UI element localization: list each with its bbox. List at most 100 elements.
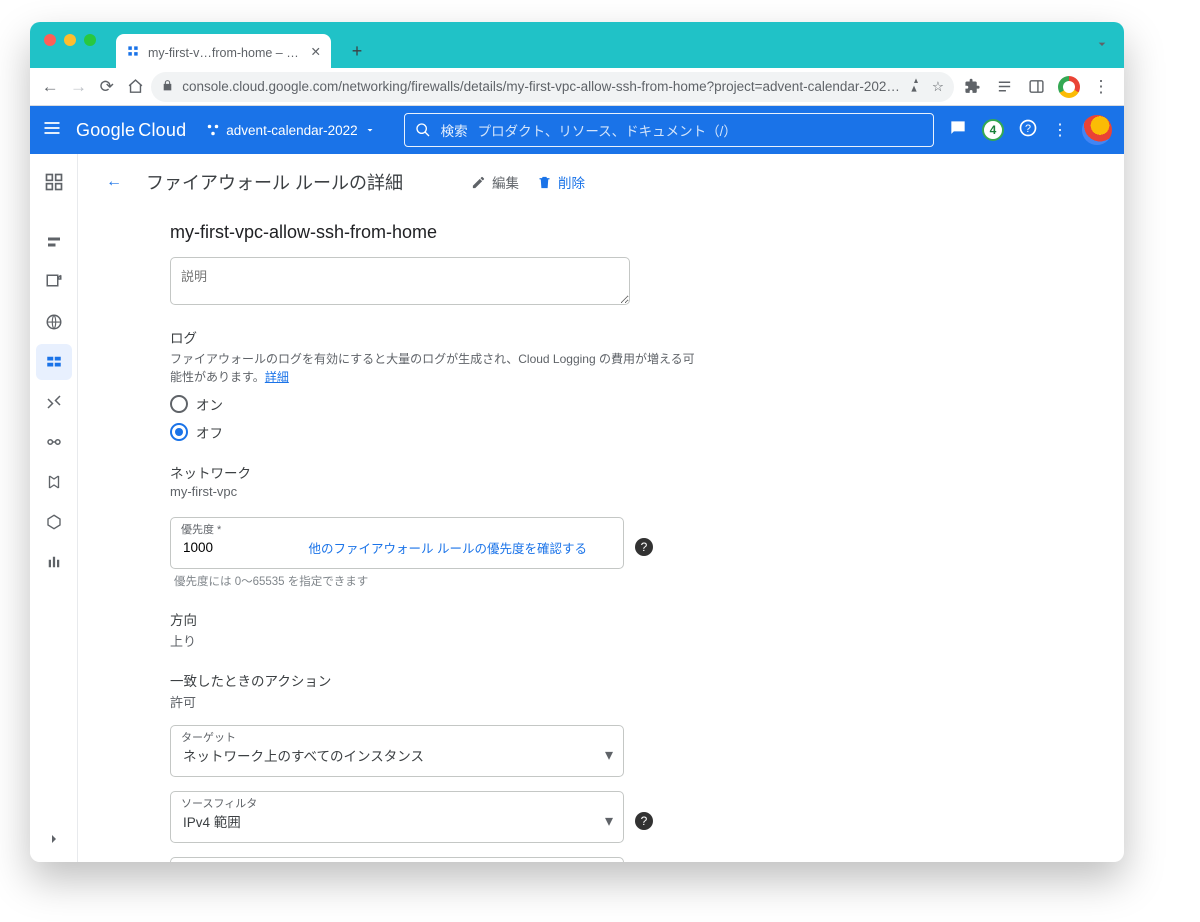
- search-prefix: 検索: [441, 120, 468, 140]
- browser-menu-icon[interactable]: ⋮: [1086, 71, 1116, 103]
- chevron-down-icon: ▾: [605, 745, 613, 765]
- chat-icon[interactable]: [948, 118, 968, 143]
- reading-list-icon[interactable]: [990, 71, 1020, 103]
- help-icon[interactable]: ?: [1018, 118, 1038, 143]
- target-value: ネットワーク上のすべてのインスタンス: [183, 745, 424, 765]
- project-picker[interactable]: advent-calendar-2022: [200, 119, 381, 142]
- nav-serverless-icon[interactable]: [36, 504, 72, 540]
- chevron-down-icon: ▾: [605, 811, 613, 831]
- extensions-icon[interactable]: [958, 71, 988, 103]
- network-value: my-first-vpc: [170, 484, 696, 499]
- profile-icon[interactable]: [1054, 71, 1084, 103]
- help-icon[interactable]: ?: [635, 812, 653, 830]
- gcp-search[interactable]: 検索 プロダクト、リソース、ドキュメント（/）: [404, 113, 934, 147]
- action-value: 許可: [170, 692, 696, 711]
- nav-forward-button[interactable]: →: [66, 71, 90, 103]
- tab-title: my-first-v…from-home – ファイ: [148, 42, 303, 61]
- priority-input[interactable]: [183, 540, 243, 555]
- minimize-window-button[interactable]: [64, 34, 76, 46]
- radio-off-icon: [170, 395, 188, 413]
- description-input[interactable]: [170, 257, 630, 305]
- svg-text:?: ?: [1025, 123, 1031, 135]
- edit-button[interactable]: 編集: [471, 172, 519, 192]
- close-window-button[interactable]: [44, 34, 56, 46]
- source-ips-label: 送信元 IPv4 範囲 *: [181, 861, 271, 862]
- page-title: ファイアウォール ルールの詳細: [146, 169, 403, 195]
- target-field[interactable]: ターゲット ネットワーク上のすべてのインスタンス ▾: [170, 725, 624, 777]
- logo-cloud: Cloud: [138, 120, 186, 141]
- nav-routes-icon[interactable]: [36, 384, 72, 420]
- zoom-window-button[interactable]: [84, 34, 96, 46]
- window-titlebar: my-first-v…from-home – ファイ ✕ +: [30, 22, 1124, 68]
- log-on-radio[interactable]: オン: [170, 394, 696, 414]
- lock-icon: [161, 79, 174, 95]
- gcp-tab-icon: [126, 44, 140, 58]
- action-label: 一致したときのアクション: [170, 670, 696, 690]
- window-menu-chevron-icon[interactable]: [1094, 36, 1110, 52]
- new-tab-button[interactable]: +: [343, 37, 371, 65]
- nav-home-button[interactable]: [123, 71, 147, 103]
- pencil-icon: [471, 175, 486, 190]
- traffic-lights: [44, 34, 96, 46]
- source-filter-label: ソースフィルタ: [181, 795, 257, 811]
- nav-item-2[interactable]: [36, 264, 72, 300]
- gcp-topbar: Google Cloud advent-calendar-2022 検索 プロダ…: [30, 106, 1124, 154]
- star-icon[interactable]: ☆: [932, 79, 944, 95]
- log-off-label: オフ: [196, 422, 223, 442]
- log-label: ログ: [170, 327, 696, 347]
- trash-icon: [537, 175, 552, 190]
- nav-vpc-icon[interactable]: [36, 164, 72, 200]
- help-icon[interactable]: ?: [635, 538, 653, 556]
- nav-peering-icon[interactable]: [36, 424, 72, 460]
- priority-label: 優先度 *: [181, 521, 221, 537]
- source-filter-value: IPv4 範囲: [183, 811, 241, 831]
- logo-google: Google: [76, 120, 135, 141]
- log-off-radio[interactable]: オフ: [170, 422, 696, 442]
- priority-check-link[interactable]: 他のファイアウォール ルールの優先度を確認する: [309, 538, 587, 557]
- back-button[interactable]: ←: [100, 168, 128, 196]
- address-bar: ← → ⟳ console.cloud.google.com/networkin…: [30, 68, 1124, 106]
- omnibox[interactable]: console.cloud.google.com/networking/fire…: [151, 72, 954, 102]
- nav-menu-icon[interactable]: [42, 118, 62, 143]
- nav-mirroring-icon[interactable]: [36, 544, 72, 580]
- source-filter-field[interactable]: ソースフィルタ IPv4 範囲 ▾ ?: [170, 791, 624, 843]
- omnibox-url: console.cloud.google.com/networking/fire…: [182, 79, 900, 94]
- nav-item-1[interactable]: [36, 224, 72, 260]
- sidepanel-icon[interactable]: [1022, 71, 1052, 103]
- search-icon: [415, 122, 431, 138]
- delete-label: 削除: [558, 172, 585, 192]
- translate-icon[interactable]: [908, 77, 924, 96]
- edit-label: 編集: [492, 172, 519, 192]
- nav-back-button[interactable]: ←: [38, 71, 62, 103]
- tab-close-icon[interactable]: ✕: [311, 44, 321, 59]
- nav-item-3[interactable]: [36, 304, 72, 340]
- expand-nav-icon[interactable]: [46, 831, 62, 852]
- left-nav: [30, 154, 78, 862]
- search-placeholder: プロダクト、リソース、ドキュメント（/）: [478, 120, 737, 140]
- more-icon[interactable]: ⋮: [1052, 120, 1068, 140]
- radio-on-icon: [170, 423, 188, 441]
- chevron-down-icon: [364, 124, 376, 136]
- main-content: ← ファイアウォール ルールの詳細 編集 削除 my-first-vpc-all…: [78, 154, 1124, 862]
- direction-label: 方向: [170, 609, 696, 629]
- project-name: advent-calendar-2022: [226, 123, 357, 138]
- target-label: ターゲット: [181, 729, 236, 745]
- account-avatar[interactable]: [1082, 115, 1112, 145]
- log-on-label: オン: [196, 394, 223, 414]
- log-details-link[interactable]: 詳細: [265, 370, 289, 384]
- notifications-badge[interactable]: 4: [982, 119, 1004, 141]
- priority-field[interactable]: 優先度 * 他のファイアウォール ルールの優先度を確認する ?: [170, 517, 624, 569]
- priority-hint: 優先度には 0～65535 を指定できます: [174, 573, 696, 589]
- network-label: ネットワーク: [170, 462, 696, 482]
- rule-name: my-first-vpc-allow-ssh-from-home: [170, 222, 696, 243]
- direction-value: 上り: [170, 631, 696, 650]
- source-ips-field[interactable]: 送信元 IPv4 範囲 * 203.0.113.17/32✕ 35.235.24…: [170, 857, 624, 862]
- gcp-logo[interactable]: Google Cloud: [76, 120, 186, 141]
- project-icon: [206, 123, 220, 137]
- log-help: ファイアウォールのログを有効にすると大量のログが生成され、Cloud Loggi…: [170, 350, 696, 386]
- delete-button[interactable]: 削除: [537, 172, 585, 192]
- nav-firewall-icon[interactable]: [36, 344, 72, 380]
- browser-tab[interactable]: my-first-v…from-home – ファイ ✕: [116, 34, 331, 68]
- nav-reload-button[interactable]: ⟳: [95, 71, 119, 103]
- nav-shared-icon[interactable]: [36, 464, 72, 500]
